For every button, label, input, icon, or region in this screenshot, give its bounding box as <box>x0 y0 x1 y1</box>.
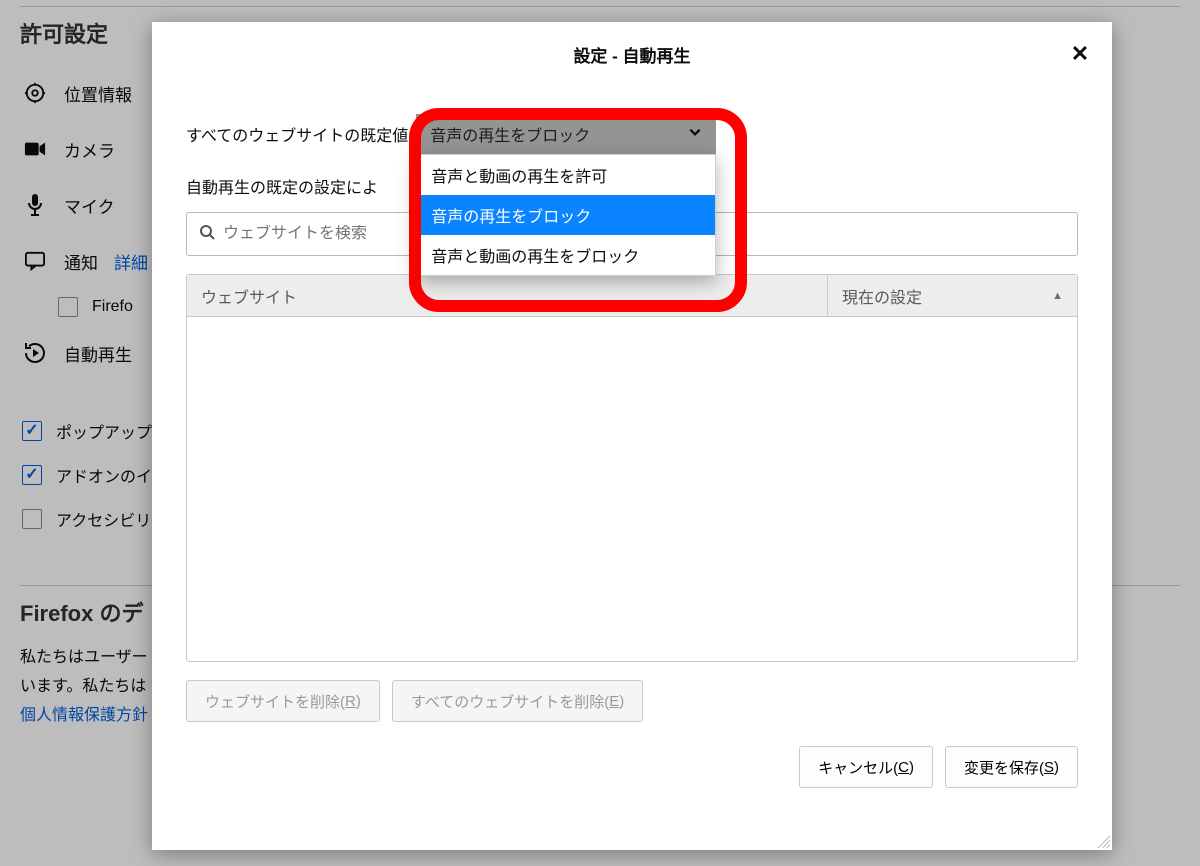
default-autoplay-select[interactable]: 音声の再生をブロック <box>416 114 716 154</box>
remove-all-websites-button[interactable]: すべてのウェブサイトを削除(E) <box>392 680 643 722</box>
save-button[interactable]: 変更を保存(S) <box>945 746 1078 788</box>
default-autoplay-dropdown: 音声と動画の再生を許可 音声の再生をブロック 音声と動画の再生をブロック <box>416 154 716 276</box>
search-icon <box>199 224 215 245</box>
select-value: 音声の再生をブロック <box>430 122 590 146</box>
column-header-status[interactable]: 現在の設定 ▲ <box>827 275 1077 316</box>
column-label: 現在の設定 <box>842 284 922 308</box>
website-table: ウェブサイト 現在の設定 ▲ <box>186 274 1078 662</box>
resize-grip-icon[interactable] <box>1096 834 1110 848</box>
close-button[interactable]: ✕ <box>1062 36 1098 72</box>
autoplay-option-block-audio[interactable]: 音声の再生をブロック <box>417 195 715 235</box>
autoplay-settings-dialog: 設定 - 自動再生 ✕ すべてのウェブサイトの既定値 音声の再生をブロック 音声… <box>152 22 1112 850</box>
autoplay-option-allow[interactable]: 音声と動画の再生を許可 <box>417 155 715 195</box>
dialog-title: 設定 - 自動再生 <box>573 42 690 67</box>
dialog-header: 設定 - 自動再生 ✕ <box>152 22 1112 86</box>
column-label: ウェブサイト <box>201 284 297 308</box>
column-header-site[interactable]: ウェブサイト <box>187 275 827 316</box>
sort-indicator-icon: ▲ <box>1052 290 1063 302</box>
remove-website-button[interactable]: ウェブサイトを削除(R) <box>186 680 380 722</box>
cancel-button[interactable]: キャンセル(C) <box>799 746 933 788</box>
autoplay-option-block-audio-video[interactable]: 音声と動画の再生をブロック <box>417 235 715 275</box>
close-icon: ✕ <box>1071 41 1089 67</box>
default-setting-label: すべてのウェブサイトの既定値 <box>186 122 408 146</box>
chevron-down-icon <box>688 125 702 144</box>
table-header: ウェブサイト 現在の設定 ▲ <box>187 275 1077 317</box>
